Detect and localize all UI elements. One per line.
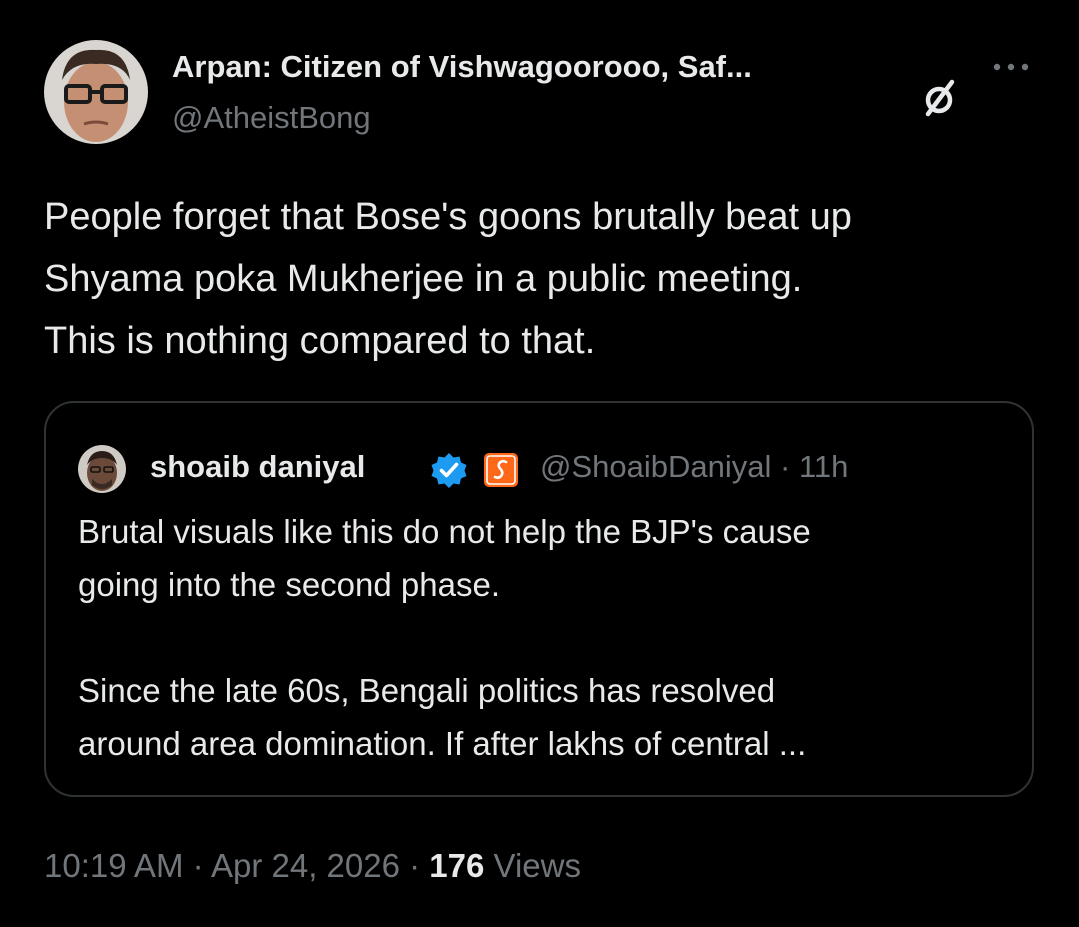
views-count[interactable]: 176 xyxy=(429,847,484,884)
quoted-author-display-name[interactable]: shoaib daniyal xyxy=(150,447,365,487)
verified-badge-icon xyxy=(430,451,468,489)
substack-icon xyxy=(484,453,518,487)
quoted-text-line: around area domination. If after lakhs o… xyxy=(78,725,807,762)
tweet-date[interactable]: Apr 24, 2026 xyxy=(211,847,400,884)
author-handle[interactable]: @AtheistBong xyxy=(172,98,371,138)
author-display-name[interactable]: Arpan: Citizen of Vishwagoorooo, Saf... xyxy=(172,48,752,86)
quoted-tweet-text: Brutal visuals like this do not help the… xyxy=(78,505,998,770)
slashed-circle-icon xyxy=(918,76,962,120)
tweet-text-line: Shyama poka Mukherjee in a public meetin… xyxy=(44,258,803,300)
quoted-tweet-time[interactable]: 11h xyxy=(799,449,848,484)
tweet-text-line: People forget that Bose's goons brutally… xyxy=(44,196,852,238)
quoted-author-handle[interactable]: @ShoaibDaniyal xyxy=(540,449,771,484)
quoted-author-avatar[interactable] xyxy=(78,445,126,493)
views-label: Views xyxy=(493,847,581,884)
quoted-text-line: going into the second phase. xyxy=(78,566,500,603)
meta-separator: · xyxy=(409,847,421,884)
tweet-text-line: This is nothing compared to that. xyxy=(44,320,596,362)
more-options-icon[interactable] xyxy=(990,52,1032,82)
quoted-text-spacer xyxy=(78,611,998,664)
meta-separator: · xyxy=(780,449,791,484)
author-avatar[interactable] xyxy=(44,40,148,144)
quoted-tweet-card[interactable]: shoaib daniyal @ShoaibDaniyal · 11h Brut… xyxy=(44,401,1034,797)
quoted-tweet-meta: @ShoaibDaniyal · 11h xyxy=(540,447,848,487)
quoted-text-line: Brutal visuals like this do not help the… xyxy=(78,513,811,550)
tweet-text: People forget that Bose's goons brutally… xyxy=(44,186,1044,372)
tweet-meta-footer: 10:19 AM · Apr 24, 2026 · 176 Views xyxy=(44,842,581,890)
quoted-text-line: Since the late 60s, Bengali politics has… xyxy=(78,672,776,709)
tweet-time[interactable]: 10:19 AM xyxy=(44,847,183,884)
meta-separator: · xyxy=(192,847,204,884)
